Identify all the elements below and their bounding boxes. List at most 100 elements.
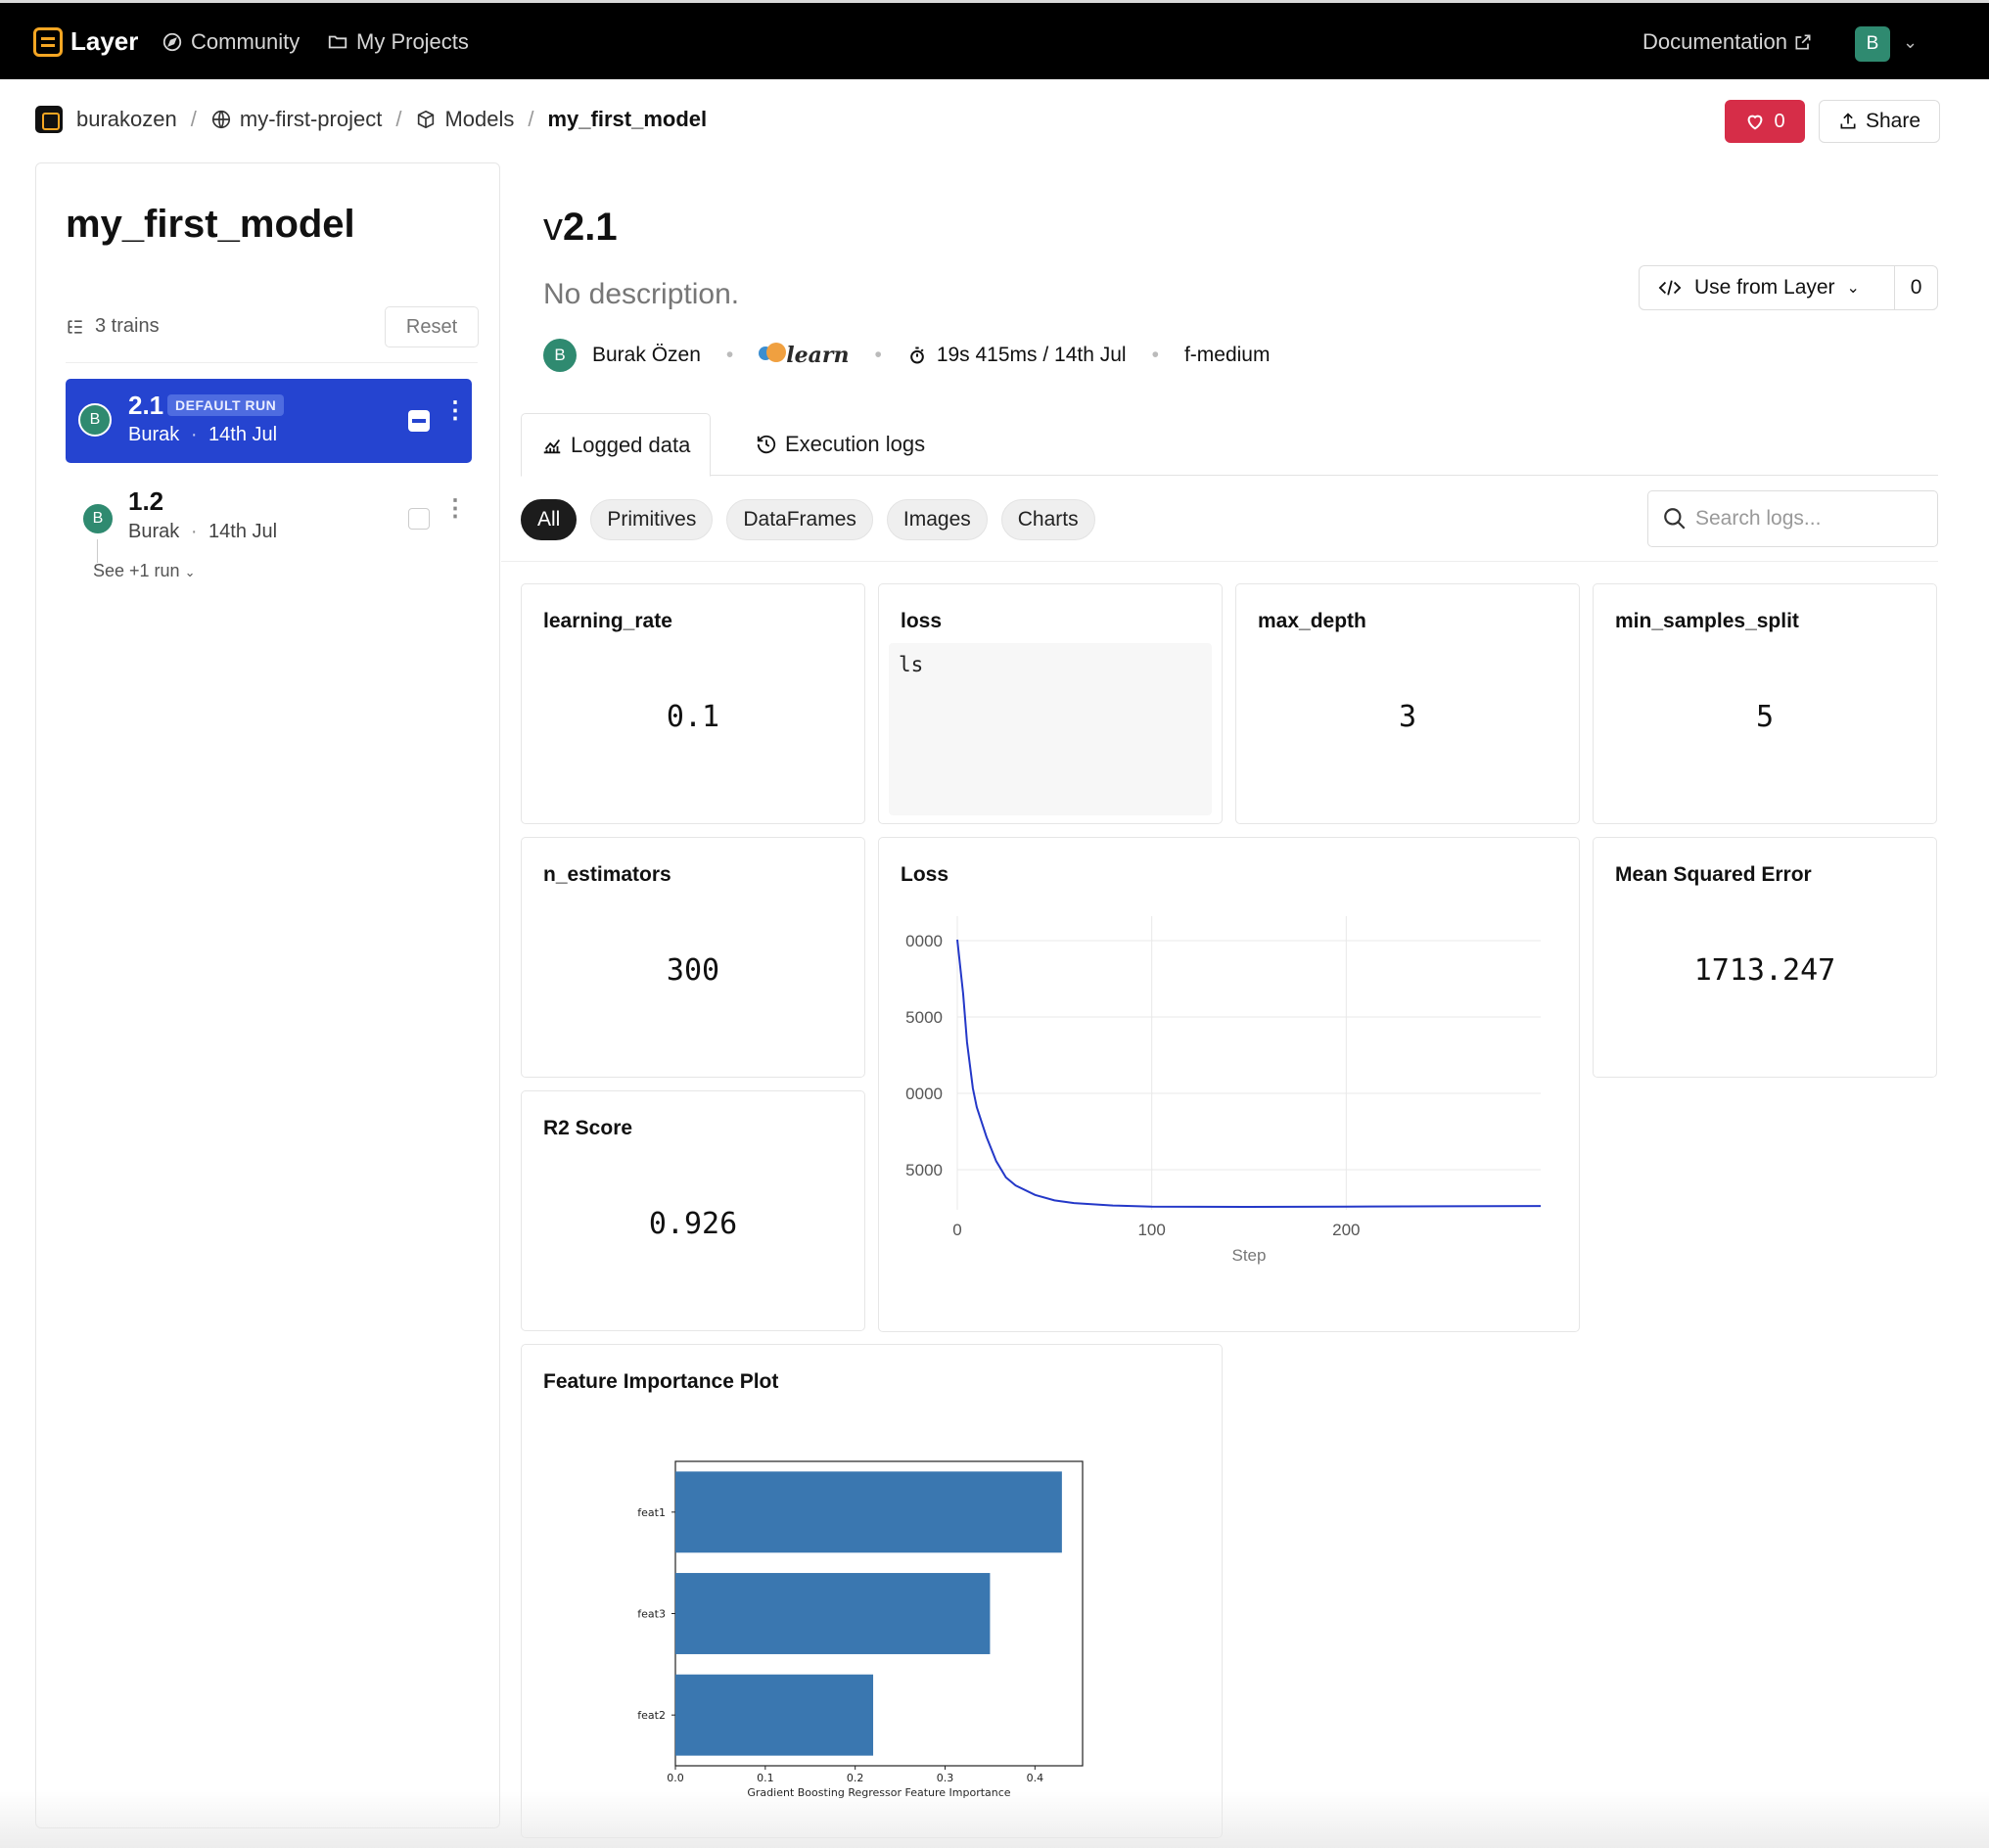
layer-logo-icon — [33, 26, 63, 57]
sklearn-logo: learn — [759, 343, 849, 368]
model-description: No description. — [543, 278, 740, 310]
nav-my-projects[interactable]: My Projects — [327, 29, 469, 55]
card-value: 0.1 — [666, 700, 720, 734]
chevron-down-icon: ⌄ — [1846, 280, 1860, 297]
author-avatar: B — [543, 339, 577, 372]
run-more-icon[interactable]: ⋮ — [443, 497, 467, 521]
meta-separator: • — [725, 344, 734, 366]
breadcrumb-models[interactable]: Models — [444, 107, 514, 132]
cube-icon — [418, 110, 435, 129]
breadcrumb: burakozen / my-first-project / Models / … — [35, 106, 707, 133]
x-tick-label: 0.4 — [1027, 1772, 1044, 1784]
y-tick-label: 0000 — [905, 932, 943, 950]
compass-icon — [162, 32, 182, 52]
breadcrumb-separator: / — [395, 107, 402, 131]
card-loss-chart: Loss 0000 5000 0000 5000 0 100 200 Step — [878, 837, 1580, 1332]
nav-community[interactable]: Community — [162, 29, 300, 55]
org-icon — [35, 106, 63, 133]
top-navbar: Layer Community My Projects Documentatio… — [0, 0, 1989, 79]
card-n-estimators: n_estimators 300 — [521, 837, 865, 1078]
run-version: 1.2 — [128, 486, 164, 516]
run-item-active[interactable]: B 2.1 DEFAULT RUN Burak · 14th Jul ⋮ — [66, 379, 472, 463]
like-button[interactable]: 0 — [1725, 100, 1805, 143]
run-more-icon[interactable]: ⋮ — [443, 399, 467, 423]
search-input[interactable] — [1695, 507, 1920, 531]
card-value: 3 — [1398, 700, 1417, 734]
x-tick-label: 200 — [1332, 1221, 1360, 1239]
external-link-icon — [1795, 34, 1811, 50]
card-max-depth: max_depth 3 — [1235, 583, 1580, 824]
share-button[interactable]: Share — [1819, 100, 1940, 143]
breadcrumb-current: my_first_model — [547, 107, 708, 131]
breadcrumb-project[interactable]: my-first-project — [240, 107, 382, 132]
card-title: Loss — [901, 863, 949, 886]
filter-charts[interactable]: Charts — [1000, 499, 1095, 540]
trains-count: 3 trains — [66, 315, 160, 338]
sidebar-divider — [66, 362, 478, 363]
user-avatar[interactable]: B — [1855, 26, 1890, 62]
feature-importance-chart: feat1 feat3 feat2 0.0 0.1 0.2 0.3 0.4 Gradient B… — [637, 1460, 1084, 1799]
card-r2-score: R2 Score 0.926 — [521, 1090, 865, 1331]
card-feature-importance: Feature Importance Plot feat1 feat3 feat2 0… — [521, 1344, 1223, 1838]
run-meta: Burak · 14th Jul — [128, 424, 278, 445]
breadcrumb-org[interactable]: burakozen — [76, 107, 177, 132]
user-menu-chevron-icon[interactable]: ⌄ — [1903, 32, 1918, 53]
see-more-runs[interactable]: See +1 run ⌄ — [93, 561, 196, 581]
x-tick-label: 0.2 — [847, 1772, 864, 1784]
brand-name: Layer — [70, 26, 139, 56]
use-from-layer-main[interactable]: Use from Layer ⌄ — [1640, 276, 1894, 300]
train-duration: 19s 415ms / 14th Jul — [936, 344, 1127, 366]
loss-chart: 0000 5000 0000 5000 0 100 200 Step — [905, 916, 1542, 1265]
reset-button[interactable]: Reset — [385, 306, 479, 347]
run-checkbox-checked[interactable] — [408, 410, 430, 432]
filter-dataframes[interactable]: DataFrames — [726, 499, 873, 540]
y-tick-label: 5000 — [905, 1008, 943, 1027]
breadcrumb-separator: / — [190, 107, 197, 131]
card-title: Feature Importance Plot — [543, 1370, 779, 1393]
card-title: max_depth — [1258, 610, 1366, 632]
card-title: learning_rate — [543, 610, 672, 632]
globe-icon — [211, 110, 230, 129]
importance-bar — [675, 1573, 991, 1654]
search-icon — [1664, 508, 1686, 530]
card-title: R2 Score — [543, 1117, 633, 1139]
search-logs[interactable] — [1647, 490, 1938, 547]
y-tick-label: 0000 — [905, 1085, 943, 1103]
tab-logged-data[interactable]: Logged data — [521, 413, 712, 477]
log-filters: All Primitives DataFrames Images Charts — [521, 499, 1095, 540]
model-title: my_first_model — [66, 203, 355, 246]
x-tick-label: 0.1 — [757, 1772, 774, 1784]
filter-images[interactable]: Images — [886, 499, 988, 540]
data-tabs: Logged data Execution logs — [521, 413, 1938, 477]
list-tree-icon — [68, 319, 82, 334]
stopwatch-icon — [909, 346, 924, 364]
default-run-badge: DEFAULT RUN — [167, 394, 285, 416]
tab-execution-logs[interactable]: Execution logs — [736, 413, 945, 476]
run-author: Burak — [128, 424, 180, 445]
loss-series-line — [956, 939, 1542, 1208]
card-title: loss — [901, 610, 943, 632]
version-number: 2.1 — [563, 206, 618, 249]
breadcrumb-separator: / — [528, 107, 534, 131]
share-label: Share — [1865, 110, 1921, 132]
version-prefix: v — [543, 206, 563, 249]
documentation-link[interactable]: Documentation — [1642, 29, 1813, 55]
upload-icon — [1840, 113, 1856, 129]
nav-my-projects-label: My Projects — [356, 29, 469, 54]
use-from-layer-button[interactable]: Use from Layer ⌄ 0 — [1639, 265, 1938, 310]
y-tick-label: 5000 — [905, 1161, 943, 1179]
history-icon — [757, 435, 776, 454]
x-tick-label: 0.0 — [667, 1772, 684, 1784]
card-min-samples-split: min_samples_split 5 — [1593, 583, 1937, 824]
run-meta: Burak · 14th Jul — [128, 521, 278, 542]
run-checkbox[interactable] — [408, 508, 430, 530]
filter-primitives[interactable]: Primitives — [590, 499, 714, 540]
nav-community-label: Community — [191, 29, 301, 54]
y-tick-label: feat1 — [637, 1506, 666, 1519]
x-tick-label: 100 — [1137, 1221, 1165, 1239]
filter-all[interactable]: All — [521, 499, 578, 540]
layer-logo[interactable]: Layer — [33, 26, 138, 57]
card-title: min_samples_split — [1615, 610, 1799, 632]
run-item[interactable]: B 1.2 Burak · 14th Jul ⋮ — [66, 477, 472, 555]
trains-label: 3 trains — [95, 315, 160, 337]
